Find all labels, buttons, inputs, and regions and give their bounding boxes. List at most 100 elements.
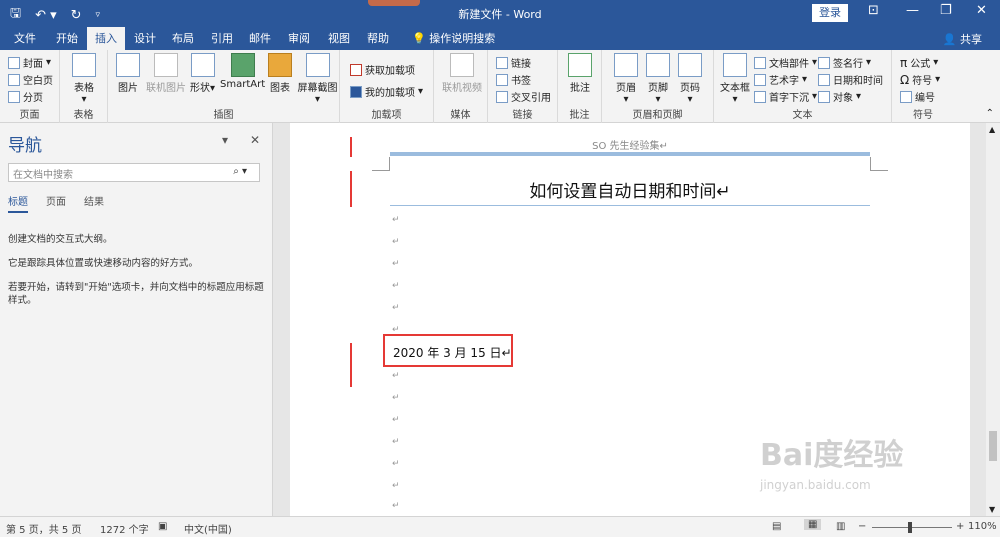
screenshot-button[interactable]: 屏幕截图▾ bbox=[296, 53, 339, 105]
textbox-button[interactable]: 文本框 ▾ bbox=[720, 53, 750, 105]
addins-icon bbox=[350, 85, 362, 98]
number-button[interactable]: 编号 bbox=[900, 89, 935, 104]
footer-button[interactable]: 页脚 ▾ bbox=[646, 53, 670, 105]
date-time-button[interactable]: 日期和时间 bbox=[818, 72, 883, 87]
online-video-button[interactable]: 联机视频 bbox=[442, 53, 482, 94]
share-label: 共享 bbox=[960, 33, 982, 46]
nav-search-input[interactable]: 在文档中搜索 ⌕ ▾ bbox=[8, 163, 260, 182]
page-break-icon bbox=[8, 90, 20, 103]
web-layout-icon[interactable]: ▥ bbox=[836, 521, 845, 532]
paragraph-mark: ↵ bbox=[392, 481, 400, 491]
group-label-illustrations: 插图 bbox=[213, 110, 234, 121]
blank-page-button[interactable]: 空白页 bbox=[8, 72, 53, 87]
picture-button[interactable]: 图片 bbox=[116, 53, 140, 94]
equation-label: 公式 bbox=[910, 59, 931, 70]
wordart-label: 艺术字 bbox=[769, 76, 799, 87]
tab-mailings[interactable]: 邮件 bbox=[241, 27, 279, 50]
zoom-in-icon[interactable]: + bbox=[956, 521, 964, 532]
tab-file[interactable]: 文件 bbox=[6, 27, 44, 50]
table-button[interactable]: 表格 ▾ bbox=[72, 53, 96, 105]
tab-view[interactable]: 视图 bbox=[320, 27, 358, 50]
dropcap-button[interactable]: 首字下沉 ▾ bbox=[754, 89, 817, 104]
shapes-button[interactable]: 形状▾ bbox=[190, 53, 215, 94]
equation-button[interactable]: π 公式 ▾ bbox=[900, 55, 938, 71]
comment-icon bbox=[568, 53, 592, 77]
zoom-out-icon[interactable]: − bbox=[858, 521, 866, 532]
get-addins-button[interactable]: 获取加载项 bbox=[350, 62, 415, 77]
comment-label: 批注 bbox=[570, 83, 590, 94]
page-header-text: SO 先生经验集↵ bbox=[592, 141, 668, 152]
cover-page-button[interactable]: 封面 ▾ bbox=[8, 55, 51, 70]
object-icon bbox=[818, 90, 830, 103]
tab-home[interactable]: 开始 bbox=[48, 27, 86, 50]
nav-tab-headings[interactable]: 标题 bbox=[8, 193, 28, 213]
proofing-icon[interactable]: ▣ bbox=[158, 521, 167, 532]
share-button[interactable]: 👤 共享 bbox=[943, 31, 982, 47]
header-border bbox=[390, 152, 870, 156]
link-button[interactable]: 链接 bbox=[496, 55, 531, 70]
chart-button[interactable]: 图表 bbox=[268, 53, 292, 94]
collapse-ribbon-icon[interactable]: ⌃ bbox=[986, 108, 994, 119]
tab-insert[interactable]: 插入 bbox=[87, 27, 125, 50]
zoom-slider-thumb[interactable] bbox=[908, 522, 912, 533]
paragraph-mark: ↵ bbox=[392, 415, 400, 425]
scrollbar-thumb[interactable] bbox=[989, 431, 997, 461]
scroll-down-icon[interactable]: ▼ bbox=[989, 505, 995, 514]
quick-parts-button[interactable]: 文档部件 ▾ bbox=[754, 55, 817, 70]
inserted-date-field[interactable]: 2020 年 3 月 15 日↵ bbox=[393, 344, 512, 361]
paragraph-mark: ↵ bbox=[392, 281, 400, 291]
tab-design[interactable]: 设计 bbox=[126, 27, 164, 50]
print-layout-icon[interactable]: ▦ bbox=[804, 519, 822, 530]
vertical-scrollbar[interactable]: ▲ ▼ bbox=[986, 123, 1000, 516]
language[interactable]: 中文(中国) bbox=[184, 521, 232, 536]
symbol-button[interactable]: Ω 符号 ▾ bbox=[900, 72, 940, 88]
nav-tabs: 标题 页面 结果 bbox=[8, 193, 104, 213]
page-number-button[interactable]: 页码 ▾ bbox=[678, 53, 702, 105]
bookmark-button[interactable]: 书签 bbox=[496, 72, 531, 87]
read-mode-icon[interactable]: ▤ bbox=[772, 521, 781, 532]
minimize-icon[interactable]: — bbox=[906, 3, 919, 18]
nav-tab-pages[interactable]: 页面 bbox=[46, 193, 66, 213]
shapes-icon bbox=[190, 53, 215, 77]
tab-review[interactable]: 审阅 bbox=[280, 27, 318, 50]
tell-me-search[interactable]: 💡 操作说明搜索 bbox=[404, 27, 503, 50]
group-label-table: 表格 bbox=[73, 110, 94, 121]
tab-references[interactable]: 引用 bbox=[203, 27, 241, 50]
document-title-text[interactable]: 如何设置自动日期和时间↵ bbox=[390, 177, 870, 202]
header-button[interactable]: 页眉 ▾ bbox=[614, 53, 638, 105]
number-label: 编号 bbox=[915, 93, 935, 104]
online-picture-button[interactable]: 联机图片 bbox=[146, 53, 186, 94]
login-button[interactable]: 登录 bbox=[812, 4, 848, 22]
number-icon bbox=[900, 90, 912, 103]
wordart-button[interactable]: 艺术字 ▾ bbox=[754, 72, 807, 87]
object-button[interactable]: 对象 ▾ bbox=[818, 89, 861, 104]
restore-icon[interactable]: ❐ bbox=[940, 3, 952, 18]
zoom-level[interactable]: 110% bbox=[968, 521, 997, 532]
change-bar bbox=[350, 171, 352, 207]
scroll-up-icon[interactable]: ▲ bbox=[989, 125, 995, 134]
nav-title: 导航 bbox=[8, 136, 42, 156]
group-text: 文本框 ▾ 文档部件 ▾ 艺术字 ▾ 首字下沉 ▾ 签名行 ▾ 日期和时间 对象 ▾ 文本 bbox=[714, 50, 892, 123]
tab-layout[interactable]: 布局 bbox=[164, 27, 202, 50]
group-illustrations: 图片 联机图片 形状▾ SmartArt 图表 屏幕截图▾ 插图 bbox=[108, 50, 340, 123]
word-count[interactable]: 1272 个字 bbox=[100, 521, 149, 536]
smartart-button[interactable]: SmartArt bbox=[220, 53, 265, 90]
tab-help[interactable]: 帮助 bbox=[359, 27, 397, 50]
ribbon: 封面 ▾ 空白页 分页 页面 表格 ▾ 表格 图片 联机图片 形状▾ SmartAr… bbox=[0, 50, 1000, 123]
search-icon[interactable]: ⌕ ▾ bbox=[233, 166, 247, 177]
signature-line-button[interactable]: 签名行 ▾ bbox=[818, 55, 871, 70]
page-count[interactable]: 第 5 页，共 5 页 bbox=[6, 521, 81, 536]
cross-reference-button[interactable]: 交叉引用 bbox=[496, 89, 551, 104]
my-addins-button[interactable]: 我的加载项 ▾ bbox=[350, 84, 423, 99]
zoom-slider[interactable] bbox=[872, 527, 952, 528]
table-label: 表格 bbox=[74, 83, 94, 94]
comment-button[interactable]: 批注 bbox=[568, 53, 592, 94]
nav-close-icon[interactable]: ✕ bbox=[250, 133, 260, 147]
nav-tab-results[interactable]: 结果 bbox=[84, 193, 104, 213]
nav-options-icon[interactable]: ▾ bbox=[222, 133, 228, 147]
watermark-brand: Bai度经验 bbox=[760, 438, 904, 473]
close-icon[interactable]: ✕ bbox=[976, 3, 987, 18]
page-break-button[interactable]: 分页 bbox=[8, 89, 43, 104]
ribbon-display-icon[interactable]: ⊡ bbox=[868, 3, 879, 18]
paragraph-mark: ↵ bbox=[392, 259, 400, 269]
